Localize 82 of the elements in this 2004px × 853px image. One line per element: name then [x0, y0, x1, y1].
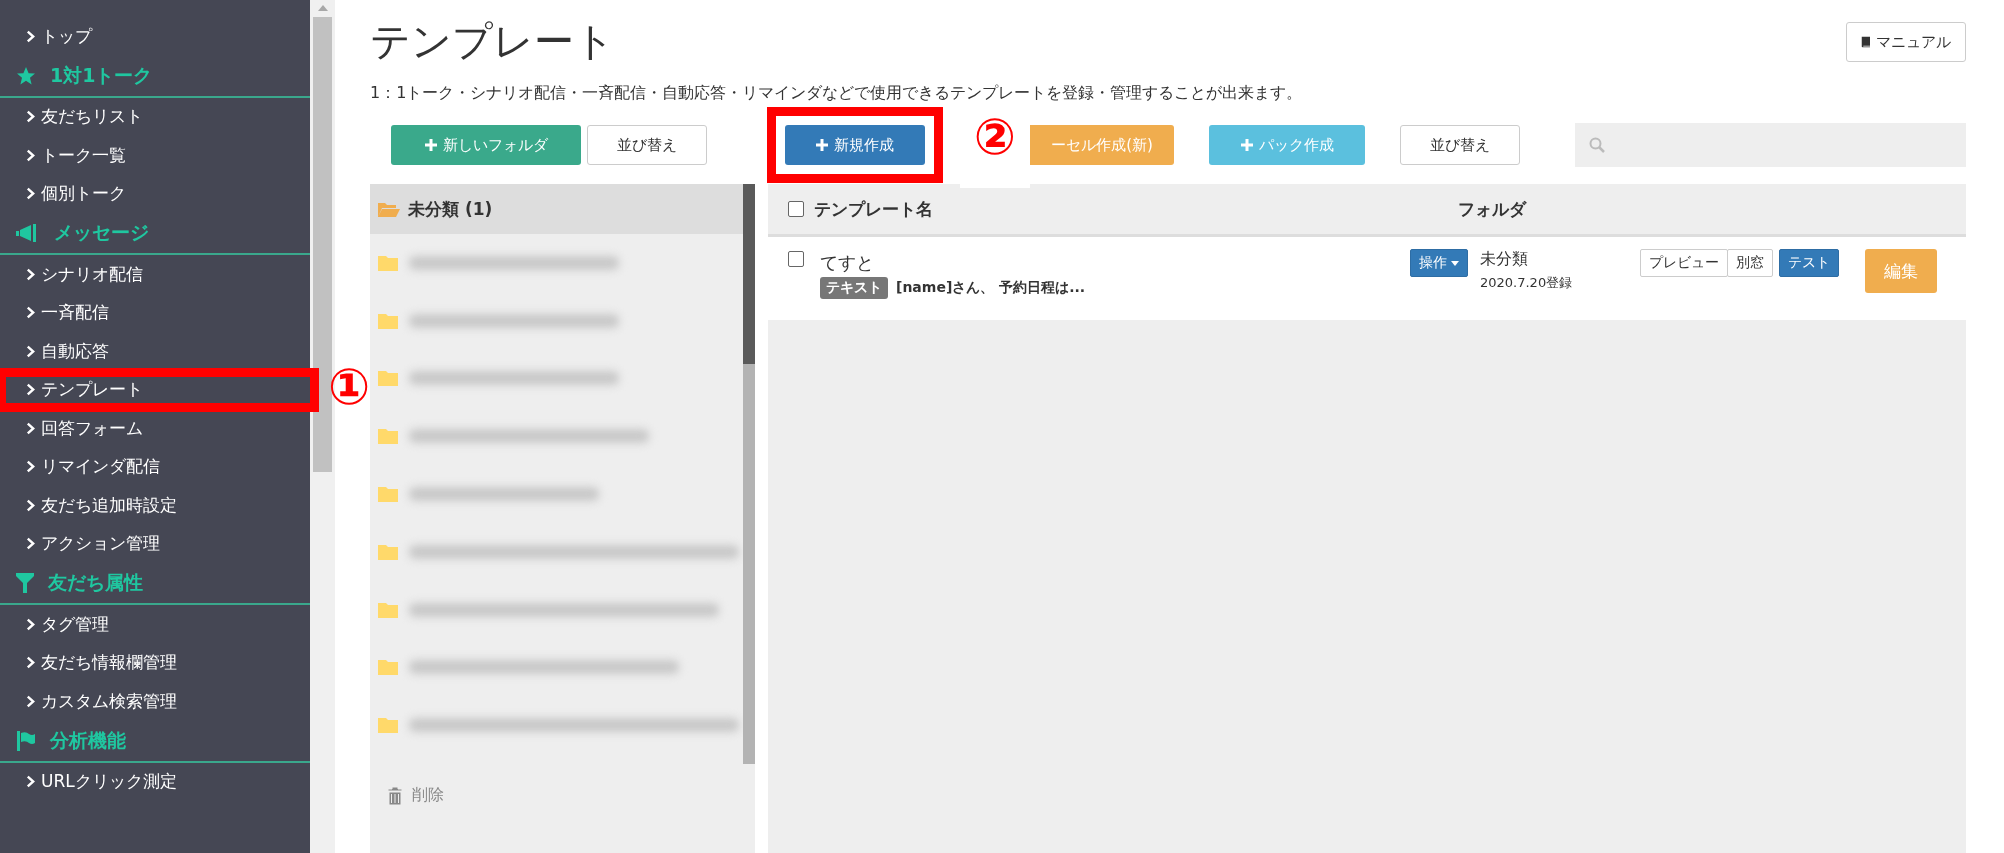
folder-icon — [378, 543, 398, 560]
chevron-icon — [26, 460, 35, 474]
message-preview: [name]さん、 予約日程は... — [896, 279, 1086, 297]
chevron-icon — [26, 306, 35, 320]
toolbar-button[interactable]: 並び替え — [587, 125, 707, 165]
sidebar-item[interactable]: トップ — [0, 17, 310, 56]
sidebar-item[interactable]: URLクリック測定 — [0, 762, 310, 801]
section-heading: 1対1トーク — [50, 62, 153, 88]
sidebar-item[interactable]: 一斉配信 — [0, 293, 310, 332]
checkbox[interactable] — [788, 251, 804, 267]
chevron-icon — [26, 617, 35, 631]
chevron-icon — [26, 537, 35, 551]
folder-icon — [378, 370, 398, 387]
chevron-icon — [26, 775, 35, 789]
sidebar-item[interactable]: トーク一覧 — [0, 136, 310, 175]
search-icon — [1589, 137, 1605, 153]
sidebar-item[interactable]: シナリオ配信 — [0, 255, 310, 294]
column-header: フォルダ — [1458, 197, 1526, 221]
column-header: テンプレート名 — [814, 197, 933, 221]
section-heading: 分析機能 — [50, 727, 126, 753]
chevron-icon — [26, 498, 35, 512]
folder-name: 未分類 — [1480, 249, 1529, 270]
plus-icon — [424, 139, 437, 151]
folder-icon — [378, 659, 398, 676]
folder-icon — [378, 601, 398, 618]
chevron-icon — [26, 694, 35, 708]
chevron-icon — [26, 110, 35, 124]
plus-icon — [1240, 139, 1253, 151]
section-heading: メッセージ — [54, 220, 149, 245]
folder-icon — [378, 486, 398, 503]
registered-date: 2020.7.20登録 — [1480, 274, 1574, 292]
sidebar-item[interactable]: リマインダ配信 — [0, 447, 310, 486]
table-row[interactable]: てすと テキスト [name]さん、 予約日程は... 操作 未分類 2020.7.20登録 プレビュー 別窓 テスト 編集 — [768, 237, 1966, 320]
sidebar-item[interactable]: 自動応答 — [0, 332, 310, 371]
trash-icon — [388, 786, 402, 805]
sidebar-item[interactable]: 友だちリスト — [0, 97, 310, 136]
filter-icon — [16, 573, 34, 593]
folder-icon — [378, 201, 400, 217]
folder-item[interactable]: 未分類 (1) — [370, 184, 755, 234]
manual-button[interactable]: マニュアル — [1846, 22, 1966, 62]
sidebar-item[interactable]: テンプレート — [0, 370, 316, 409]
search-field[interactable] — [1575, 123, 1966, 167]
sidebar-item[interactable]: タグ管理 — [0, 605, 310, 644]
folder-icon — [378, 254, 398, 271]
action-dropdown[interactable]: 操作 — [1410, 249, 1468, 277]
folder-icon — [378, 312, 398, 329]
toolbar-button[interactable]: 並び替え — [1400, 125, 1520, 165]
template-name: てすと — [820, 251, 875, 275]
page-description: 1：1トーク・シナリオ配信・一斉配信・自動応答・リマインダなどで使用できるテンプレートを登録・管理することが出来ます。 — [370, 83, 1304, 104]
section-heading: 友だち属性 — [48, 570, 143, 595]
type-tag: テキスト — [820, 277, 888, 299]
sidebar-item[interactable]: 友だち追加時設定 — [0, 486, 310, 525]
chevron-icon — [26, 29, 35, 43]
chevron-icon — [26, 267, 35, 281]
arrow-up-icon[interactable] — [317, 5, 328, 11]
sidebar-item[interactable]: 友だち情報欄管理 — [0, 643, 310, 682]
sidebar-item[interactable]: 回答フォーム — [0, 409, 310, 448]
star-icon — [16, 65, 36, 86]
chevron-icon — [26, 656, 35, 670]
chevron-icon — [26, 383, 35, 397]
flag-icon — [16, 730, 36, 751]
sidebar-item[interactable]: 個別トーク — [0, 174, 310, 213]
step-marker: ② — [973, 112, 1017, 168]
sidebar-item[interactable]: カスタム検索管理 — [0, 682, 310, 721]
folder-icon — [378, 428, 398, 445]
caret-icon — [1451, 260, 1459, 266]
chevron-icon — [26, 187, 35, 201]
step-marker: ① — [328, 362, 371, 412]
chevron-icon — [26, 148, 35, 162]
plus-icon — [816, 139, 828, 151]
folder-icon — [378, 717, 398, 734]
checkbox[interactable] — [788, 201, 804, 217]
toolbar-button[interactable]: 新規作成 — [785, 125, 925, 165]
row-button[interactable]: プレビュー — [1640, 249, 1728, 277]
sidebar-item[interactable]: アクション管理 — [0, 524, 310, 563]
page-title: テンプレート — [370, 17, 615, 66]
row-button[interactable]: 別窓 — [1727, 249, 1773, 277]
chevron-icon — [26, 344, 35, 358]
row-button[interactable]: テスト — [1779, 249, 1839, 277]
scrollbar[interactable] — [743, 234, 755, 765]
book-icon — [1861, 35, 1870, 49]
chevron-icon — [26, 421, 35, 435]
